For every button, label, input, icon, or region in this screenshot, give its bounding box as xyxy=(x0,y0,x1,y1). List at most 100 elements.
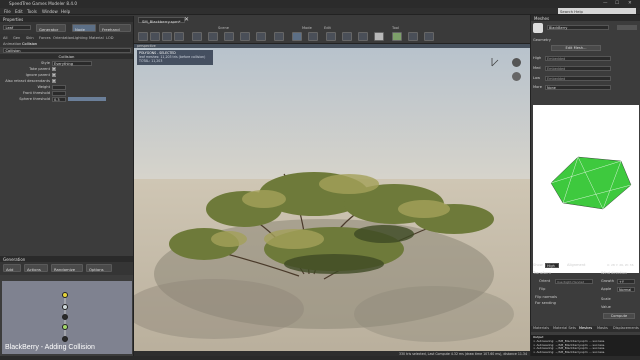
document-tab[interactable]: SM_Blackberry.spm* xyxy=(138,17,185,24)
menu-file[interactable]: File xyxy=(4,9,11,14)
retract-checkbox[interactable]: ☑ xyxy=(52,79,56,83)
scene-toolbar: SM_Blackberry.spm* ✕ Scene Mode Edit Too… xyxy=(134,15,530,44)
light-icon[interactable] xyxy=(512,72,521,81)
generation-graph[interactable]: BlackBerry - Adding Collision xyxy=(2,281,132,354)
graph-node-leaf[interactable] xyxy=(62,324,68,330)
sphere-threshold-field[interactable]: 0.3 xyxy=(52,96,66,102)
tab-lod[interactable]: LOD xyxy=(106,36,113,40)
tool-icon[interactable] xyxy=(256,32,266,41)
minimize-button[interactable]: — xyxy=(603,1,608,6)
randomize-button[interactable]: Randomize xyxy=(51,264,83,272)
tool-icon[interactable] xyxy=(274,32,284,41)
sphere-threshold-slider[interactable] xyxy=(68,97,106,101)
tool-icon[interactable] xyxy=(358,32,368,41)
graph-node-mesh[interactable] xyxy=(62,336,68,342)
tab-displacements[interactable]: Displacements xyxy=(613,326,639,330)
close-doc-icon[interactable]: ✕ xyxy=(184,16,189,23)
group-tool: Tool xyxy=(392,26,399,30)
weight-field[interactable] xyxy=(52,84,66,90)
for-sending-label[interactable]: For sending xyxy=(535,301,556,305)
meshes-panel: Meshes BlackBerry Geometry Edit Mesh... … xyxy=(530,15,640,356)
tool-icon[interactable] xyxy=(424,32,434,41)
generation-panel: Generation Add Actions Randomize Options… xyxy=(0,256,134,356)
flip-normals-label[interactable]: Flip normals xyxy=(535,295,557,299)
style-select[interactable]: Everything xyxy=(52,60,92,66)
more-select[interactable]: None xyxy=(545,85,611,90)
actions-button[interactable]: Actions xyxy=(24,264,48,272)
tool-icon[interactable] xyxy=(292,32,302,41)
tab-skin[interactable]: Skin xyxy=(26,36,34,40)
tab-gen[interactable]: Gen xyxy=(13,36,20,40)
row-sphere-threshold: Sphere threshold 0.3 xyxy=(0,96,134,102)
tab-forces[interactable]: Forces xyxy=(39,36,51,40)
take-parent-checkbox[interactable]: ☑ xyxy=(52,67,56,71)
graph-node-trunk[interactable] xyxy=(62,304,68,310)
tool-icon[interactable] xyxy=(326,32,336,41)
geometry-label: Geometry xyxy=(533,38,551,42)
tool-icon[interactable] xyxy=(240,32,250,41)
camera-icon[interactable] xyxy=(512,58,521,67)
growth-select[interactable]: +Y xyxy=(617,279,635,284)
tool-icon[interactable] xyxy=(342,32,352,41)
alignment-label[interactable]: Alignment xyxy=(567,263,585,267)
compute-button[interactable]: Compute xyxy=(603,313,635,319)
lod-med-field[interactable]: Embedded xyxy=(545,66,611,71)
lod-high-label: High xyxy=(533,56,542,60)
tab-all[interactable]: All xyxy=(3,36,7,40)
collision-filter[interactable]: Collision xyxy=(3,48,131,53)
close-window-button[interactable]: ✕ xyxy=(628,1,632,6)
tab-meshes[interactable]: Meshes xyxy=(579,326,592,330)
edit-mesh-button[interactable]: Edit Mesh... xyxy=(551,45,601,51)
tool-icon[interactable] xyxy=(308,32,318,41)
tool-icon[interactable] xyxy=(162,32,172,41)
front-threshold-field[interactable] xyxy=(52,90,66,96)
tool-icon[interactable] xyxy=(138,32,148,41)
3d-viewport[interactable]: perspective POLYGONS - SELECTED leaf mes… xyxy=(134,44,530,356)
leaf-field[interactable]: Leaf xyxy=(3,25,31,30)
orient-select[interactable]: Use Right-Handed xyxy=(555,279,593,284)
meshes-header: Meshes xyxy=(531,15,640,21)
mesh-actions[interactable] xyxy=(617,25,637,30)
graph-node-tree[interactable] xyxy=(62,292,68,298)
hand-icon[interactable] xyxy=(533,23,543,33)
menu-window[interactable]: Window xyxy=(42,9,58,14)
maximize-button[interactable]: ☐ xyxy=(615,1,619,6)
tab-material[interactable]: Material xyxy=(89,36,104,40)
menu-help[interactable]: Help xyxy=(61,9,70,14)
tool-icon[interactable] xyxy=(174,32,184,41)
menu-edit[interactable]: Edit xyxy=(15,9,23,14)
search-input[interactable]: Search Help xyxy=(558,8,636,14)
tab-animation[interactable]: Animation xyxy=(3,42,21,46)
generator-button[interactable]: Generator xyxy=(36,24,66,32)
tab-orientation[interactable]: Orientation xyxy=(53,36,73,40)
tab-lighting[interactable]: Lighting xyxy=(73,36,88,40)
tool-icon[interactable] xyxy=(208,32,218,41)
tab-materials[interactable]: Materials xyxy=(533,326,549,330)
menu-tools[interactable]: Tools xyxy=(27,9,37,14)
output-line: > Autosaving: ~/SM_Blackberry.spm ... su… xyxy=(533,350,606,355)
tab-collision[interactable]: Collision xyxy=(22,42,37,46)
tool-icon[interactable] xyxy=(374,32,384,41)
options-button[interactable]: Options xyxy=(86,264,112,272)
tool-icon[interactable] xyxy=(192,32,202,41)
mesh-select[interactable]: BlackBerry xyxy=(547,25,609,30)
lod-low-field[interactable]: Embedded xyxy=(545,76,611,81)
show-select[interactable]: High xyxy=(545,263,559,268)
mesh-wireframe xyxy=(550,156,632,210)
tool-icon[interactable] xyxy=(392,32,402,41)
apple-select[interactable]: Normal xyxy=(617,287,635,292)
ignore-parent-checkbox[interactable]: ☑ xyxy=(52,73,56,77)
lod-high-field[interactable]: Embedded xyxy=(545,56,611,61)
tab-material-sets[interactable]: Material Sets xyxy=(553,326,576,330)
tool-icon[interactable] xyxy=(150,32,160,41)
title-bar: SpeedTree Games Modeler 8.4.0 — ☐ ✕ xyxy=(0,0,640,8)
graph-node-branch[interactable] xyxy=(62,314,68,320)
tool-icon[interactable] xyxy=(408,32,418,41)
mesh-preview[interactable] xyxy=(533,105,639,273)
tab-masks[interactable]: Masks xyxy=(597,326,608,330)
tool-icon[interactable] xyxy=(224,32,234,41)
freehand-button[interactable]: Freehand xyxy=(99,24,131,32)
node-button[interactable]: Node xyxy=(72,24,96,32)
add-button[interactable]: Add xyxy=(3,264,21,272)
front-threshold-label: Front threshold xyxy=(22,91,50,95)
